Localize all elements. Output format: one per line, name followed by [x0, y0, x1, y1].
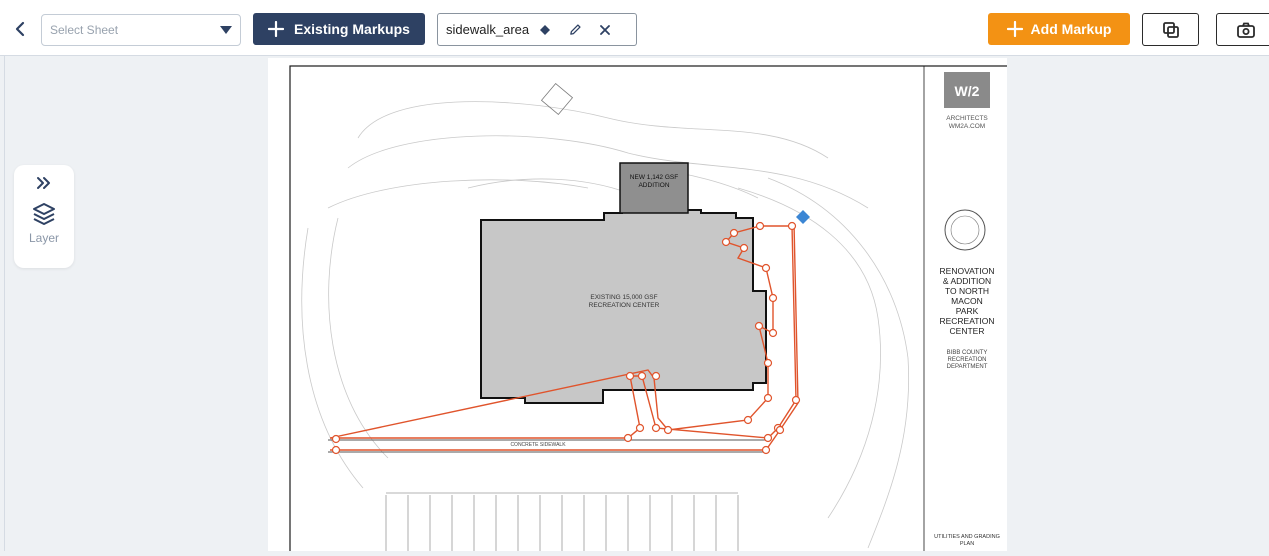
- top-toolbar: Select Sheet Existing Markups sidewalk_a…: [0, 0, 1269, 56]
- title-line-1: RENOVATION: [940, 266, 995, 276]
- addition-label-1: NEW 1,142 GSF: [630, 174, 678, 181]
- sheet-select-placeholder: Select Sheet: [50, 23, 119, 37]
- layers-icon[interactable]: [31, 201, 57, 227]
- owner-line-1: BIBB COUNTY: [947, 350, 988, 356]
- firm-url: WM2A.COM: [949, 123, 985, 130]
- sheet-select[interactable]: Select Sheet: [41, 14, 241, 46]
- markup-chip-label: sidewalk_area: [446, 22, 530, 37]
- close-icon[interactable]: [600, 24, 611, 35]
- title-line-6: RECREATION: [939, 316, 994, 326]
- expand-panel-icon[interactable]: [35, 175, 53, 191]
- existing-markups-label: Existing Markups: [294, 21, 410, 37]
- parking-stalls: [385, 492, 739, 551]
- owner-line-2: RECREATION: [948, 357, 987, 363]
- compare-sheets-button[interactable]: [1142, 13, 1199, 46]
- plus-icon: [268, 21, 285, 37]
- site-plan-drawing: NEW 1,142 GSF ADDITION EXISTING 15,000 G…: [289, 65, 1009, 556]
- title-line-3: TO NORTH: [945, 286, 989, 296]
- markup-color-diamond-icon[interactable]: [539, 24, 551, 36]
- plan-title-1: UTILITIES AND GRADING: [934, 534, 1000, 540]
- title-line-7: CENTER: [950, 326, 985, 336]
- existing-center-label-2: RECREATION CENTER: [589, 302, 660, 309]
- edit-pencil-icon[interactable]: [569, 23, 582, 36]
- screenshot-button[interactable]: [1216, 13, 1269, 46]
- plus-icon: [1006, 21, 1023, 37]
- owner-line-3: DEPARTMENT: [947, 364, 988, 370]
- existing-center-label-1: EXISTING 15,000 GSF: [590, 294, 657, 301]
- add-markup-button[interactable]: Add Markup: [988, 13, 1130, 45]
- drawing-sheet[interactable]: NEW 1,142 GSF ADDITION EXISTING 15,000 G…: [268, 58, 1009, 556]
- back-button[interactable]: [10, 18, 30, 40]
- addition-label-2: ADDITION: [638, 182, 669, 189]
- camera-icon: [1237, 22, 1255, 38]
- caret-down-icon: [220, 26, 232, 34]
- title-line-2: & ADDITION: [943, 276, 991, 286]
- left-divider: [4, 56, 5, 551]
- overlay-squares-icon: [1162, 21, 1179, 38]
- layer-label: Layer: [28, 231, 60, 245]
- layer-panel: Layer: [14, 165, 74, 268]
- title-line-5: PARK: [956, 306, 979, 316]
- chevron-left-icon: [15, 21, 25, 37]
- plan-title-2: PLAN: [960, 541, 974, 547]
- firm-name: ARCHITECTS: [946, 115, 988, 122]
- svg-text:W/2: W/2: [955, 83, 980, 99]
- existing-markups-button[interactable]: Existing Markups: [253, 13, 425, 45]
- active-markup-chip: sidewalk_area: [437, 13, 637, 46]
- add-markup-label: Add Markup: [1030, 21, 1112, 37]
- title-line-4: MACON: [951, 296, 983, 306]
- sidewalk-label: CONCRETE SIDEWALK: [510, 442, 566, 448]
